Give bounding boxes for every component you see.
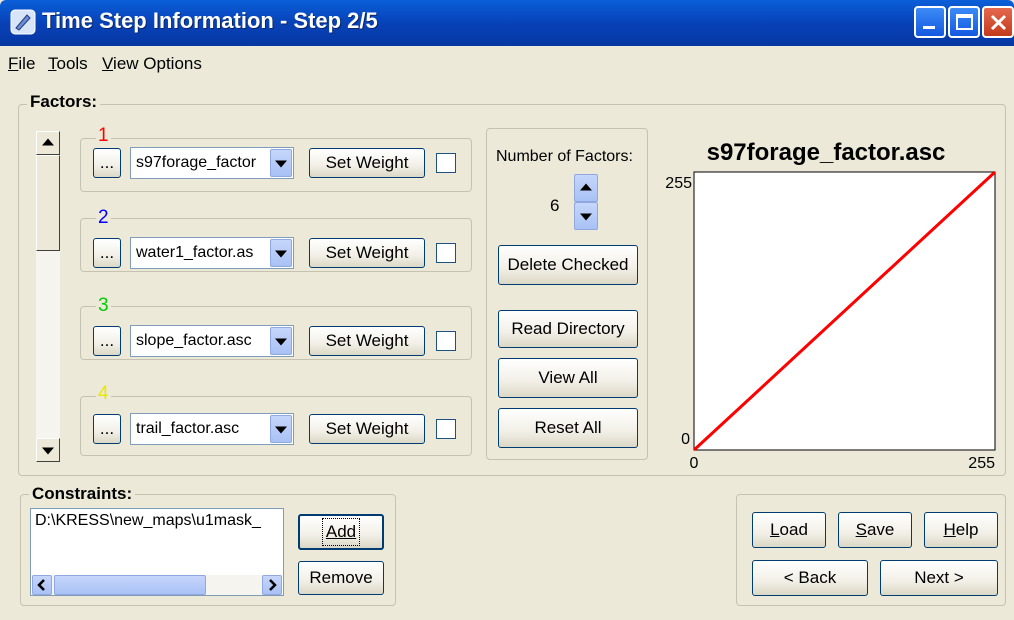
reset-all-button[interactable]: Reset All [498, 408, 638, 448]
factors-spin-down[interactable] [574, 202, 598, 230]
y-tick-label: 255 [665, 175, 692, 192]
hscroll-thumb[interactable] [54, 575, 206, 595]
factors-label: Factors: [27, 92, 101, 112]
factor-checkbox[interactable] [436, 243, 456, 263]
view-all-button[interactable]: View All [498, 358, 638, 398]
next-button[interactable]: Next > [880, 560, 998, 596]
menu-bar: File Tools View Options [0, 46, 1014, 82]
minimize-icon [923, 26, 935, 29]
factor-number: 2 [96, 207, 111, 228]
menu-view-options[interactable]: View Options [102, 54, 202, 74]
factor-checkbox[interactable] [436, 331, 456, 351]
factor-file-select[interactable]: s97forage_factor [130, 147, 294, 179]
set-weight-button[interactable]: Set Weight [309, 238, 425, 268]
factor-number: 4 [96, 383, 111, 404]
factor-checkbox[interactable] [436, 153, 456, 173]
menu-tools[interactable]: Tools [48, 54, 88, 74]
arrow-right-icon [269, 579, 277, 591]
browse-button[interactable]: ... [93, 326, 121, 356]
maximize-button[interactable] [948, 6, 980, 38]
number-of-factors-value: 6 [550, 196, 560, 215]
dropdown-arrow-icon [270, 415, 292, 443]
close-button[interactable] [982, 6, 1014, 38]
set-weight-button[interactable]: Set Weight [309, 414, 425, 444]
arrow-up-icon [42, 138, 54, 146]
chart-title: s97forage_factor.asc [707, 139, 946, 166]
dropdown-arrow-icon [270, 149, 292, 177]
app-icon [10, 9, 36, 35]
factor-number: 3 [96, 295, 111, 316]
factor-checkbox[interactable] [436, 419, 456, 439]
set-weight-button[interactable]: Set Weight [309, 148, 425, 178]
scroll-left-button[interactable] [32, 575, 52, 595]
arrow-up-icon [580, 183, 592, 191]
factor-file-select[interactable]: trail_factor.asc [130, 413, 294, 445]
scroll-thumb[interactable] [36, 155, 60, 251]
dropdown-arrow-icon [270, 239, 292, 267]
delete-checked-button[interactable]: Delete Checked [498, 245, 638, 285]
number-of-factors-label: Number of Factors: [496, 148, 633, 165]
constraints-hscrollbar[interactable] [32, 575, 282, 595]
factor-number: 1 [96, 125, 111, 146]
factor-preview-chart: s97forage_factor.asc 0 255 0 255 [665, 139, 997, 470]
factors-scrollbar[interactable] [36, 131, 60, 462]
close-icon [990, 14, 1007, 31]
menu-file[interactable]: File [8, 54, 35, 74]
factors-spin-up[interactable] [574, 174, 598, 202]
x-tick-label: 255 [968, 455, 995, 470]
arrow-left-icon [37, 579, 45, 591]
y-tick-label: 0 [681, 431, 690, 448]
save-button[interactable]: Save [838, 512, 912, 548]
dropdown-arrow-icon [270, 327, 292, 355]
scroll-up-button[interactable] [36, 131, 60, 155]
maximize-icon [956, 14, 973, 30]
help-button[interactable]: Help [924, 512, 998, 548]
browse-button[interactable]: ... [93, 414, 121, 444]
browse-button[interactable]: ... [93, 238, 121, 268]
add-constraint-button[interactable]: Add [298, 514, 384, 550]
window-title: Time Step Information - Step 2/5 [42, 8, 378, 33]
back-button[interactable]: < Back [752, 560, 868, 596]
scroll-down-button[interactable] [36, 438, 60, 462]
factor-file-select[interactable]: slope_factor.asc [130, 325, 294, 357]
factor-file-select[interactable]: water1_factor.as [130, 237, 294, 269]
constraints-label: Constraints: [29, 484, 136, 504]
read-directory-button[interactable]: Read Directory [498, 310, 638, 348]
constraints-list[interactable]: D:\KRESS\new_maps\u1mask_ [30, 508, 284, 596]
x-tick-label: 0 [690, 455, 699, 470]
arrow-down-icon [42, 447, 54, 455]
remove-constraint-button[interactable]: Remove [298, 561, 384, 595]
browse-button[interactable]: ... [93, 148, 121, 178]
minimize-button[interactable] [914, 6, 946, 38]
title-bar[interactable]: Time Step Information - Step 2/5 [0, 0, 1014, 46]
add-label: Add [321, 518, 361, 546]
scroll-right-button[interactable] [262, 575, 282, 595]
load-button[interactable]: Load [752, 512, 826, 548]
constraint-item[interactable]: D:\KRESS\new_maps\u1mask_ [35, 512, 280, 530]
arrow-down-icon [580, 213, 592, 221]
set-weight-button[interactable]: Set Weight [309, 326, 425, 356]
